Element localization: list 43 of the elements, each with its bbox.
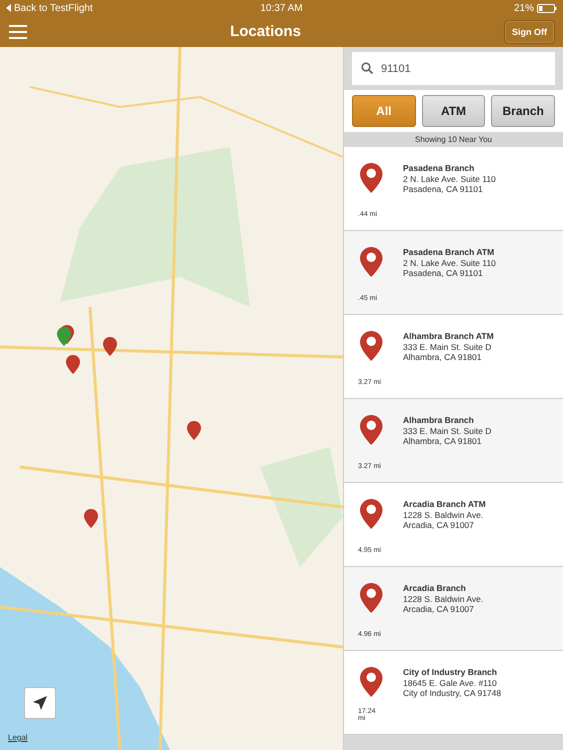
location-address: 2 N. Lake Ave. Suite 110 <box>403 258 497 268</box>
map-pin-icon <box>360 247 382 277</box>
location-address: 2 N. Lake Ave. Suite 110 <box>403 174 497 184</box>
search-icon <box>361 62 373 74</box>
location-name: Alhambra Branch ATM <box>403 331 495 342</box>
locate-button[interactable] <box>24 687 56 719</box>
location-name: Arcadia Branch ATM <box>403 499 487 510</box>
location-city: Arcadia, CA 91007 <box>403 604 475 615</box>
location-address: 333 E. Main St. Suite D <box>403 342 492 352</box>
page-title: Locations <box>230 23 301 40</box>
location-name: Pasadena Branch ATM <box>403 247 496 258</box>
location-name: Arcadia Branch <box>403 583 467 594</box>
map-pin-icon <box>360 415 382 445</box>
location-city: Alhambra, CA 91801 <box>403 352 482 363</box>
location-address: 333 E. Main St. Suite D <box>403 426 492 436</box>
location-address: 18645 E. Gale Ave. #110 <box>403 678 498 688</box>
battery-icon <box>536 4 557 12</box>
status-time: 10:37 AM <box>260 2 303 14</box>
filter-tab[interactable]: ATM <box>422 95 486 127</box>
map-pin-icon <box>360 499 382 529</box>
battery-percent: 21% <box>514 2 534 14</box>
sign-off-button[interactable]: Sign Off <box>504 20 555 44</box>
map-pin-icon <box>360 163 382 193</box>
location-city: City of Industry, CA 91748 <box>403 688 502 699</box>
location-city: Alhambra, CA 91801 <box>403 436 482 447</box>
legal-link[interactable]: Legal <box>8 733 28 742</box>
map-pin-icon <box>360 667 382 697</box>
back-link[interactable]: Back to TestFlight <box>14 2 93 14</box>
location-name: City of Industry Branch <box>403 667 498 678</box>
map-pin-icon <box>360 331 382 361</box>
location-name: Pasadena Branch <box>403 163 476 174</box>
search-field[interactable]: 91101 <box>352 52 555 85</box>
location-address: 1228 S. Baldwin Ave. <box>403 594 484 604</box>
location-name: Alhambra Branch <box>403 415 475 426</box>
back-arrow-icon <box>6 4 11 12</box>
location-city: Pasadena, CA 91101 <box>403 184 484 195</box>
map-pin-icon <box>360 583 382 613</box>
location-address: 1228 S. Baldwin Ave. <box>403 510 484 520</box>
location-city: Arcadia, CA 91007 <box>403 520 475 531</box>
filter-tab[interactable]: Branch <box>491 95 556 127</box>
location-city: Pasadena, CA 91101 <box>403 268 484 279</box>
location-arrow-icon <box>33 696 47 710</box>
menu-icon[interactable] <box>9 24 27 38</box>
